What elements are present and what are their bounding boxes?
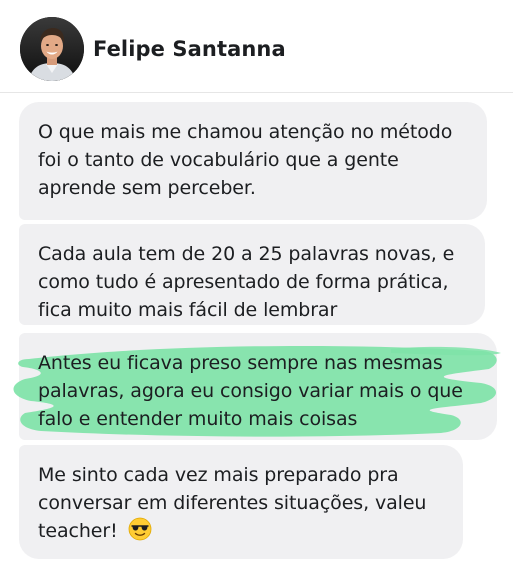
message-text: O que mais me chamou atenção no método f… xyxy=(38,118,467,202)
message-line: conversar em diferentes situações, valeu xyxy=(38,492,427,514)
message-bubble[interactable]: Me sinto cada vez mais preparado pra con… xyxy=(19,445,463,559)
message-line-with-emoji: teacher! xyxy=(38,517,443,545)
message-line: teacher! xyxy=(38,520,118,542)
message-line: como tudo é apresentado de forma prática… xyxy=(38,271,449,293)
message-line: palavras, agora eu consigo variar mais o… xyxy=(38,380,463,402)
person-photo-icon xyxy=(20,17,84,81)
message-text: Me sinto cada vez mais preparado pra con… xyxy=(38,461,443,545)
contact-name[interactable]: Felipe Santanna xyxy=(93,37,286,61)
message-line: Cada aula tem de 20 a 25 palavras novas,… xyxy=(38,243,455,265)
message-line: Antes eu ficava preso sempre nas mesmas xyxy=(38,352,443,374)
message-line: Me sinto cada vez mais preparado pra xyxy=(38,464,399,486)
message-bubble-highlighted[interactable]: Antes eu ficava preso sempre nas mesmas … xyxy=(13,333,501,440)
smiling-face-with-sunglasses-icon xyxy=(128,517,152,541)
message-bubble[interactable]: Cada aula tem de 20 a 25 palavras novas,… xyxy=(19,224,485,325)
message-line: foi o tanto de vocabulário que a gente xyxy=(38,149,399,171)
message-line: aprende sem perceber. xyxy=(38,177,256,199)
message-line: falo e entender muito mais coisas xyxy=(38,408,358,430)
message-list: O que mais me chamou atenção no método f… xyxy=(0,93,513,580)
chat-header: Felipe Santanna xyxy=(0,0,513,92)
avatar[interactable] xyxy=(20,17,84,81)
message-bubble[interactable]: O que mais me chamou atenção no método f… xyxy=(19,102,487,220)
message-text: Cada aula tem de 20 a 25 palavras novas,… xyxy=(38,240,465,324)
message-text: Antes eu ficava preso sempre nas mesmas … xyxy=(38,349,477,433)
message-line: fica muito mais fácil de lembrar xyxy=(38,299,338,321)
message-line: O que mais me chamou atenção no método xyxy=(38,121,453,143)
